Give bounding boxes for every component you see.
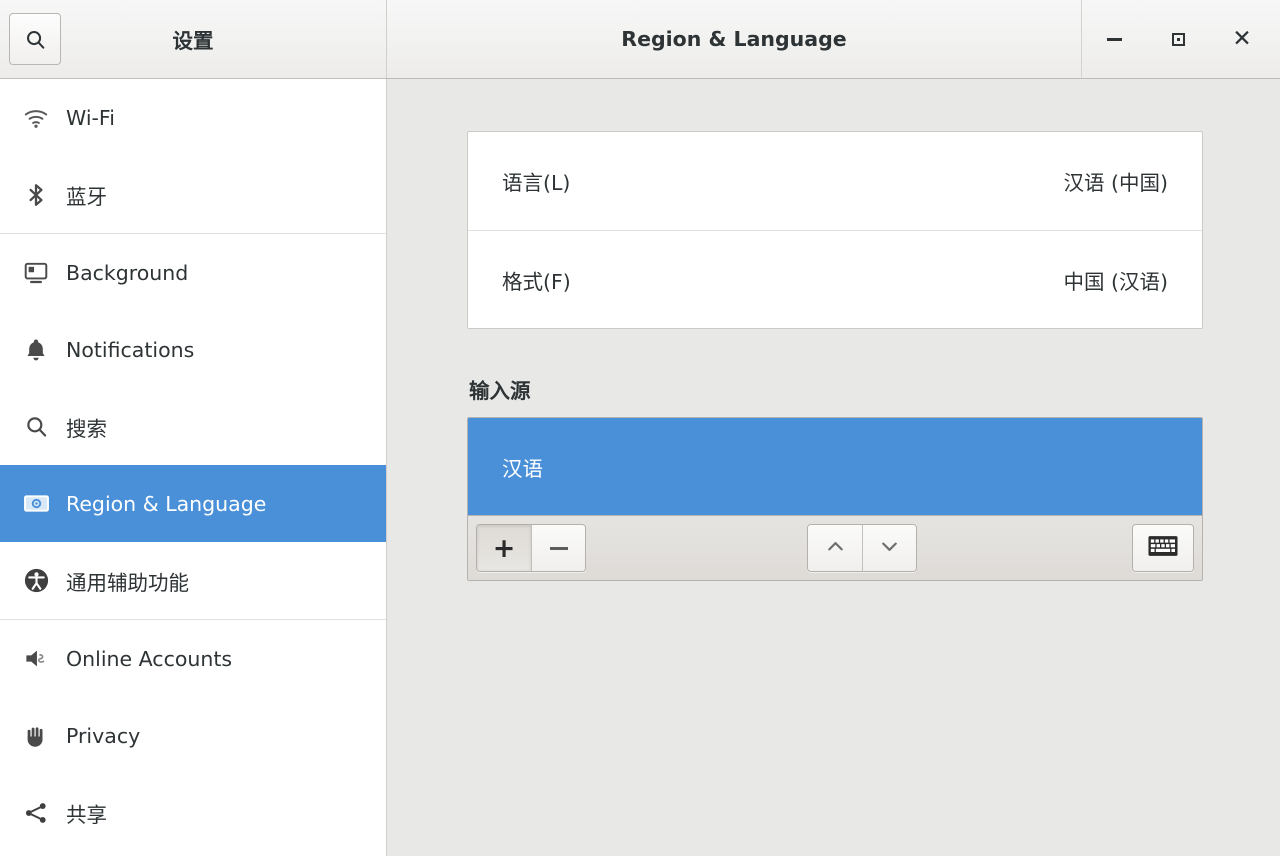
online-accounts-icon [18, 645, 54, 672]
settings-sidebar: Wi-Fi 蓝牙 Background Notifications 搜索 Reg… [0, 79, 387, 856]
sidebar-item-label: Notifications [66, 337, 195, 362]
sidebar-item-universal-access[interactable]: 通用辅助功能 [0, 542, 386, 619]
input-source-item[interactable]: 汉语 [468, 418, 1202, 515]
bluetooth-icon [18, 182, 54, 208]
formats-row-value: 中国 (汉语) [1063, 269, 1168, 294]
maximize-icon [1171, 32, 1185, 46]
remove-input-source-button[interactable] [531, 525, 585, 571]
sidebar-item-label: 共享 [66, 802, 107, 827]
sidebar-item-search[interactable]: 搜索 [0, 388, 386, 465]
language-row-value: 汉语 (中国) [1063, 171, 1168, 195]
chevron-down-icon [878, 535, 901, 562]
hand-privacy-icon [18, 723, 54, 749]
sidebar-item-sharing[interactable]: 共享 [0, 774, 386, 851]
move-down-button[interactable] [862, 525, 916, 571]
sidebar-item-region-and-language[interactable]: Region & Language [0, 465, 386, 542]
sidebar-item-online-accounts[interactable]: Online Accounts [0, 620, 386, 697]
input-sources-toolbar: + [468, 515, 1202, 580]
add-remove-button-group: + [476, 524, 586, 572]
input-sources-frame: 汉语 + [467, 417, 1203, 581]
input-source-label: 汉语 [502, 456, 543, 481]
banknote-region-icon [18, 490, 54, 517]
locale-settings-list: 语言(L) 汉语 (中国) 格式(F) 中国 (汉语) [467, 131, 1203, 329]
header-bar: 设置 Region & Language ✕ [0, 0, 1280, 79]
sidebar-item-label: Region & Language [66, 491, 267, 516]
move-up-button[interactable] [808, 525, 862, 571]
input-sources-list: 汉语 [468, 418, 1202, 515]
keyboard-icon [1148, 535, 1178, 561]
sidebar-item-label: Background [66, 260, 189, 285]
formats-row[interactable]: 格式(F) 中国 (汉语) [468, 230, 1202, 328]
sidebar-item-background[interactable]: Background [0, 234, 386, 311]
search-icon [24, 28, 47, 51]
sidebar-item-label: Wi-Fi [66, 105, 115, 130]
sidebar-item-wifi[interactable]: Wi-Fi [0, 79, 386, 156]
bell-notifications-icon [18, 337, 54, 363]
header-bar-content-section: Region & Language ✕ [387, 0, 1280, 78]
sidebar-item-label: Privacy [66, 723, 141, 748]
header-bar-sidebar-section: 设置 [0, 0, 387, 78]
sidebar-item-label: 通用辅助功能 [66, 570, 189, 595]
add-input-source-button[interactable]: + [477, 525, 531, 571]
search-icon [18, 414, 54, 439]
show-keyboard-layout-button[interactable] [1133, 525, 1193, 571]
settings-window: 设置 Region & Language ✕ Wi-Fi 蓝牙 Backgrou… [0, 0, 1280, 856]
display-background-icon [18, 260, 54, 286]
sidebar-item-label: 蓝牙 [66, 184, 107, 209]
maximize-button[interactable] [1146, 0, 1210, 79]
plus-icon: + [492, 532, 516, 564]
search-button[interactable] [9, 13, 61, 65]
window-body: Wi-Fi 蓝牙 Background Notifications 搜索 Reg… [0, 79, 1280, 856]
close-button[interactable]: ✕ [1210, 0, 1274, 79]
minimize-icon [1106, 37, 1122, 41]
sidebar-item-label: 搜索 [66, 416, 107, 441]
accessibility-icon [18, 567, 54, 594]
minimize-button[interactable] [1082, 0, 1146, 79]
page-title: Region & Language [621, 27, 847, 51]
input-sources-heading: 输入源 [469, 379, 531, 403]
window-controls: ✕ [1081, 0, 1280, 78]
formats-row-label: 格式(F) [502, 269, 571, 294]
wifi-icon [18, 105, 54, 131]
sidebar-item-label: Online Accounts [66, 646, 233, 671]
content-area: 语言(L) 汉语 (中国) 格式(F) 中国 (汉语) 输入源 汉语 + [387, 79, 1280, 856]
chevron-up-icon [824, 535, 847, 562]
keyboard-button-group [1132, 524, 1194, 572]
sidebar-item-notifications[interactable]: Notifications [0, 311, 386, 388]
language-row[interactable]: 语言(L) 汉语 (中国) [468, 132, 1202, 230]
reorder-button-group [807, 524, 917, 572]
close-icon: ✕ [1232, 25, 1252, 52]
sidebar-item-bluetooth[interactable]: 蓝牙 [0, 156, 386, 233]
language-row-label: 语言(L) [502, 171, 571, 195]
content-inner: 语言(L) 汉语 (中国) 格式(F) 中国 (汉语) 输入源 汉语 + [467, 131, 1203, 581]
sidebar-item-privacy[interactable]: Privacy [0, 697, 386, 774]
minus-icon [549, 546, 568, 550]
share-icon [18, 800, 54, 826]
